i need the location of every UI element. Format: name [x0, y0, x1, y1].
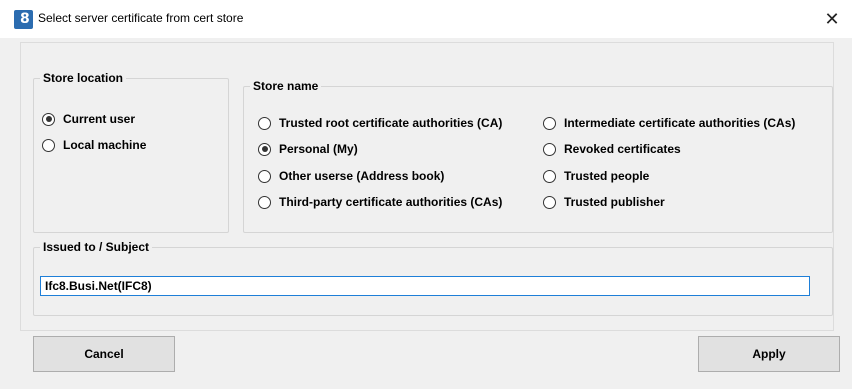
radio-label: Other userse (Address book): [279, 169, 445, 183]
app-icon: 8: [14, 10, 33, 29]
radio-button[interactable]: [258, 169, 271, 183]
window-title: Select server certificate from cert stor…: [38, 11, 244, 25]
radio-label: Trusted people: [564, 169, 650, 183]
radio-label: Local machine: [63, 138, 147, 152]
issued-to-title: Issued to / Subject: [40, 240, 153, 254]
close-button[interactable]: ✕: [812, 0, 852, 38]
radio-label: Trusted publisher: [564, 195, 665, 209]
radio-label: Third-party certificate authorities (CAs…: [279, 195, 503, 209]
radio-other-users[interactable]: Other userse (Address book): [258, 169, 444, 183]
radio-label: Trusted root certificate authorities (CA…: [279, 116, 503, 130]
store-name-group: Store name Trusted root certificate auth…: [243, 79, 833, 233]
radio-personal[interactable]: Personal (My): [258, 142, 358, 156]
radio-button[interactable]: [543, 195, 556, 209]
subject-input[interactable]: [40, 276, 810, 296]
store-name-title: Store name: [250, 79, 322, 93]
radio-button[interactable]: [543, 142, 556, 156]
issued-to-group: Issued to / Subject: [33, 240, 833, 316]
radio-label: Revoked certificates: [564, 142, 681, 156]
radio-label: Current user: [63, 112, 136, 126]
radio-trusted-root[interactable]: Trusted root certificate authorities (CA…: [258, 116, 502, 130]
radio-button[interactable]: [543, 116, 556, 130]
store-location-group: Store location Current user Local machin…: [33, 71, 229, 233]
radio-button[interactable]: [258, 142, 271, 156]
app-icon-glyph: 8: [20, 11, 30, 27]
radio-local-machine[interactable]: Local machine: [42, 138, 146, 152]
radio-trusted-publisher[interactable]: Trusted publisher: [543, 195, 665, 209]
radio-button[interactable]: [258, 195, 271, 209]
apply-button[interactable]: Apply: [698, 336, 840, 372]
store-location-title: Store location: [40, 71, 127, 85]
radio-button[interactable]: [543, 169, 556, 183]
radio-current-user[interactable]: Current user: [42, 112, 135, 126]
cancel-button[interactable]: Cancel: [33, 336, 175, 372]
radio-third-party[interactable]: Third-party certificate authorities (CAs…: [258, 195, 502, 209]
dialog-body: Store location Current user Local machin…: [0, 38, 852, 389]
radio-intermediate[interactable]: Intermediate certificate authorities (CA…: [543, 116, 795, 130]
radio-button[interactable]: [42, 112, 55, 126]
radio-trusted-people[interactable]: Trusted people: [543, 169, 649, 183]
radio-button[interactable]: [42, 138, 55, 152]
title-bar: 8 Select server certificate from cert st…: [0, 0, 852, 38]
radio-revoked[interactable]: Revoked certificates: [543, 142, 681, 156]
radio-label: Intermediate certificate authorities (CA…: [564, 116, 796, 130]
close-icon: ✕: [824, 8, 840, 30]
options-panel: Store location Current user Local machin…: [20, 42, 834, 331]
radio-label: Personal (My): [279, 142, 358, 156]
radio-button[interactable]: [258, 116, 271, 130]
